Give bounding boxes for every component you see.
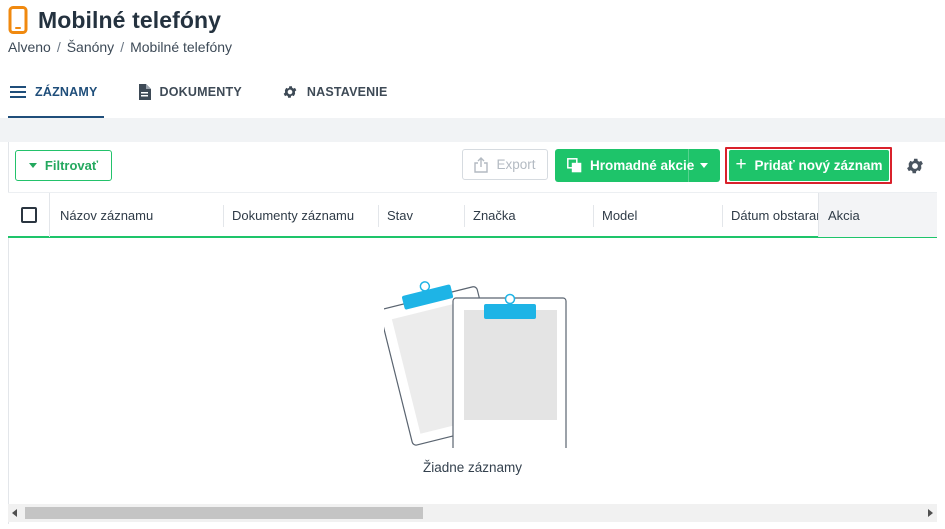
column-header-dokumenty[interactable]: Dokumenty záznamu: [223, 193, 378, 237]
breadcrumb: Alveno / Šanóny / Mobilné telefóny: [8, 39, 232, 55]
add-record-button[interactable]: + Pridať nový záznam: [729, 150, 889, 181]
scrollbar-thumb[interactable]: [25, 507, 423, 519]
mobile-phone-icon: [8, 6, 28, 34]
table-settings-gear-icon[interactable]: [905, 156, 925, 176]
page-header: Mobilné telefóny Alveno / Šanóny / Mobil…: [8, 6, 232, 55]
filter-button[interactable]: Filtrovať: [15, 150, 112, 181]
breadcrumb-separator: /: [56, 39, 61, 55]
tab-label: DOKUMENTY: [159, 85, 242, 99]
column-header-nazov[interactable]: Názov záznamu: [51, 193, 223, 237]
gear-icon: [283, 86, 297, 98]
column-header-stav[interactable]: Stav: [378, 193, 464, 237]
tab-nastavenie[interactable]: NASTAVENIE: [280, 72, 390, 112]
tab-dokumenty[interactable]: DOKUMENTY: [136, 72, 244, 112]
bulk-actions-label: Hromadné akcie: [590, 158, 695, 173]
breadcrumb-separator: /: [120, 39, 125, 55]
tab-bar: ZÁZNAMY DOKUMENTY NASTAVENIE: [8, 72, 426, 118]
clipboards-illustration-icon: [384, 281, 567, 448]
breadcrumb-item-sanony[interactable]: Šanóny: [67, 39, 114, 55]
split-divider: [688, 149, 689, 182]
caret-down-icon[interactable]: [700, 163, 708, 168]
export-label: Export: [496, 157, 536, 172]
page-title: Mobilné telefóny: [38, 6, 222, 33]
select-all-cell: [8, 193, 50, 237]
tab-label: NASTAVENIE: [306, 85, 388, 99]
copy-icon: [567, 158, 582, 173]
plus-icon: +: [735, 154, 747, 175]
column-header-znacka[interactable]: Značka: [464, 193, 593, 237]
export-icon: [474, 156, 489, 173]
scroll-right-arrow-icon[interactable]: [928, 509, 933, 517]
scroll-left-arrow-icon[interactable]: [12, 509, 17, 517]
column-header-model[interactable]: Model: [593, 193, 722, 237]
list-icon: [10, 86, 26, 98]
empty-state-text: Žiadne záznamy: [422, 460, 523, 475]
tab-label: ZÁZNAMY: [35, 85, 98, 99]
column-header-datum[interactable]: Dátum obstarania: [722, 193, 818, 237]
column-header-akcia: Akcia: [818, 193, 937, 237]
filter-label: Filtrovať: [44, 158, 99, 173]
toolbar: Filtrovať Export Hromadné akcie + Pridať…: [8, 147, 937, 188]
select-all-checkbox[interactable]: [20, 207, 37, 223]
tab-zaznamy[interactable]: ZÁZNAMY: [8, 72, 100, 112]
breadcrumb-item-current: Mobilné telefóny: [130, 39, 233, 55]
caret-down-icon: [28, 163, 37, 168]
content-separator: [0, 118, 945, 142]
horizontal-scrollbar[interactable]: [8, 504, 937, 522]
add-record-label: Pridať nový záznam: [754, 158, 883, 173]
breadcrumb-item-alveno[interactable]: Alveno: [8, 39, 51, 55]
document-icon: [138, 84, 151, 100]
export-button[interactable]: Export: [462, 149, 548, 180]
table-header: Názov záznamu Dokumenty záznamu Stav Zna…: [8, 192, 937, 238]
bulk-actions-button[interactable]: Hromadné akcie: [555, 149, 720, 182]
empty-state: Žiadne záznamy: [8, 238, 937, 502]
